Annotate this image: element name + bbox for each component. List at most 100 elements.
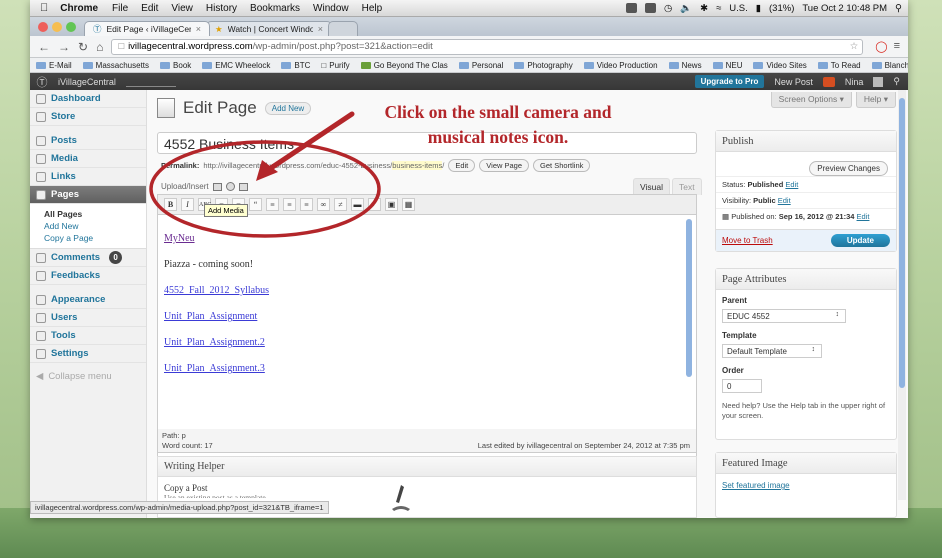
tray-app-icon[interactable] xyxy=(625,3,637,13)
time-machine-icon[interactable]: ◷ xyxy=(664,3,672,14)
close-window-button[interactable] xyxy=(38,22,48,32)
bookmark-massachusetts[interactable]: Massachusetts xyxy=(82,61,149,70)
menu-window[interactable]: Window xyxy=(313,3,349,14)
bookmark-news[interactable]: News xyxy=(668,61,702,70)
edit-status-link[interactable]: Edit xyxy=(785,180,798,189)
wifi-icon[interactable]: ≈ xyxy=(716,3,721,14)
order-input[interactable]: 0 xyxy=(722,379,762,393)
template-select[interactable]: Default Template ↕ xyxy=(722,344,822,358)
page-scrollbar[interactable] xyxy=(898,90,906,500)
forward-icon[interactable]: → xyxy=(58,40,70,54)
menu-file[interactable]: File xyxy=(112,3,128,14)
sidebar-item-store[interactable]: Store xyxy=(30,108,146,126)
spotlight-icon[interactable]: ⚲ xyxy=(895,3,902,14)
zoom-window-button[interactable] xyxy=(66,22,76,32)
view-page-button[interactable]: View Page xyxy=(479,159,530,172)
update-button[interactable]: Update xyxy=(830,234,890,247)
permalink-base[interactable]: http://ivillagecentral.wordpress.com/edu… xyxy=(203,161,392,170)
admin-user-name[interactable]: Nina xyxy=(845,77,864,87)
menu-history[interactable]: History xyxy=(206,3,237,14)
sidebar-item-links[interactable]: Links xyxy=(30,168,146,186)
set-featured-image-link[interactable]: Set featured image xyxy=(722,481,790,490)
featured-image-title[interactable]: Featured Image xyxy=(716,453,896,474)
bookmark-personal[interactable]: Personal xyxy=(458,61,503,70)
wordpress-logo-icon[interactable]: Ⓣ xyxy=(30,74,54,90)
parent-select[interactable]: EDUC 4552 ↕ xyxy=(722,309,846,323)
content-link-unit-plan-2[interactable]: Unit_Plan_Assignment.2 xyxy=(164,337,265,348)
menu-edit[interactable]: Edit xyxy=(141,3,158,14)
back-icon[interactable]: ← xyxy=(38,40,50,54)
sidebar-item-users[interactable]: Users xyxy=(30,309,146,327)
edit-date-link[interactable]: Edit xyxy=(857,212,870,221)
help-button[interactable]: Help ▾ xyxy=(855,92,896,108)
unlink-button[interactable]: ≠ xyxy=(334,198,347,211)
minimize-window-button[interactable] xyxy=(52,22,62,32)
admin-bar-site[interactable]: iVillageCentral xyxy=(58,77,116,87)
page-attributes-title[interactable]: Page Attributes xyxy=(716,269,896,290)
collapse-menu[interactable]: ◀ Collapse menu xyxy=(30,367,146,385)
sidebar-item-tools[interactable]: Tools xyxy=(30,327,146,345)
more-tag-button[interactable]: ▬ xyxy=(351,198,364,211)
bookmark-email[interactable]: E-Mail xyxy=(36,61,72,70)
sidebar-item-comments[interactable]: Comments 0 xyxy=(30,249,146,267)
submenu-all-pages[interactable]: All Pages xyxy=(44,208,146,220)
submenu-add-new[interactable]: Add New xyxy=(44,220,146,232)
clock[interactable]: Tue Oct 2 10:48 PM xyxy=(802,3,887,14)
bookmark-go-beyond[interactable]: Go Beyond The Clas xyxy=(360,61,448,70)
menu-app-name[interactable]: Chrome xyxy=(60,3,98,14)
bookmark-star-icon[interactable]: ☆ xyxy=(850,41,859,52)
add-media-camera-icon[interactable] xyxy=(225,182,235,191)
address-bar[interactable]: □ ivillagecentral.wordpress.com /wp-admi… xyxy=(111,38,864,55)
tab-text[interactable]: Text xyxy=(672,178,702,195)
content-link-syllabus[interactable]: 4552_Fall_2012_Syllabus xyxy=(164,285,269,296)
menu-view[interactable]: View xyxy=(171,3,193,14)
publish-title[interactable]: Publish xyxy=(716,131,896,152)
content-editor[interactable]: B I ABC ≡ ≡ “ ≡ ≡ ≡ ∞ ≠ ▬ ✓ ▣ ▦ Add Medi… xyxy=(157,194,697,459)
sidebar-item-media[interactable]: Media xyxy=(30,150,146,168)
apple-icon[interactable]:  xyxy=(40,2,48,14)
opera-extension-icon[interactable]: ◯ xyxy=(875,40,887,53)
close-tab-icon[interactable]: × xyxy=(196,24,201,34)
sidebar-item-pages[interactable]: Pages xyxy=(30,186,146,204)
edit-visibility-link[interactable]: Edit xyxy=(778,196,791,205)
input-source[interactable]: U.S. xyxy=(729,3,747,14)
sidebar-item-settings[interactable]: Settings xyxy=(30,345,146,363)
stats-sparkline[interactable] xyxy=(125,77,176,87)
bookmark-to-read[interactable]: To Read xyxy=(817,61,861,70)
tab-edit-page[interactable]: Ⓣ Edit Page ‹ iVillageCentral — × xyxy=(84,21,210,36)
menu-help[interactable]: Help xyxy=(362,3,383,14)
spellcheck-button[interactable]: ✓ xyxy=(368,198,381,211)
bookmark-photography[interactable]: Photography xyxy=(514,61,573,70)
home-icon[interactable]: ⌂ xyxy=(96,40,103,54)
tab-concert-window[interactable]: ★ Watch | Concert Window × xyxy=(206,21,332,36)
new-tab-button[interactable] xyxy=(328,21,358,36)
preview-changes-button[interactable]: Preview Changes xyxy=(809,161,888,176)
bookmark-video-sites[interactable]: Video Sites xyxy=(753,61,807,70)
writing-helper-title[interactable]: Writing Helper xyxy=(158,457,696,477)
sidebar-item-posts[interactable]: Posts xyxy=(30,132,146,150)
kitchen-sink-button[interactable]: ▦ xyxy=(402,198,415,211)
bookmark-video-production[interactable]: Video Production xyxy=(583,61,658,70)
blockquote-button[interactable]: “ xyxy=(249,198,262,211)
menu-bookmarks[interactable]: Bookmarks xyxy=(250,3,300,14)
close-tab-icon[interactable]: × xyxy=(318,24,323,34)
sidebar-item-appearance[interactable]: Appearance xyxy=(30,291,146,309)
bluetooth-icon[interactable]: ✱ xyxy=(700,3,708,14)
sidebar-item-dashboard[interactable]: Dashboard xyxy=(30,90,146,108)
battery-icon[interactable]: ▮ xyxy=(756,3,761,14)
editor-content[interactable]: MyNeu Piazza - coming soon! 4552_Fall_20… xyxy=(164,233,269,389)
bold-button[interactable]: B xyxy=(164,198,177,211)
insert-link-button[interactable]: ∞ xyxy=(317,198,330,211)
bookmark-neu[interactable]: NEU xyxy=(712,61,742,70)
tray-app-icon-2[interactable] xyxy=(644,3,656,13)
content-link-unit-plan[interactable]: Unit_Plan_Assignment xyxy=(164,311,257,322)
avatar[interactable] xyxy=(873,76,884,87)
italic-button[interactable]: I xyxy=(181,198,194,211)
fullscreen-button[interactable]: ▣ xyxy=(385,198,398,211)
content-link-myneu[interactable]: MyNeu xyxy=(164,233,195,244)
page-scrollbar-thumb[interactable] xyxy=(899,98,905,388)
chrome-menu-icon[interactable]: ≡ xyxy=(894,40,900,53)
align-right-button[interactable]: ≡ xyxy=(300,198,313,211)
bookmark-book[interactable]: Book xyxy=(160,61,191,70)
align-left-button[interactable]: ≡ xyxy=(266,198,279,211)
